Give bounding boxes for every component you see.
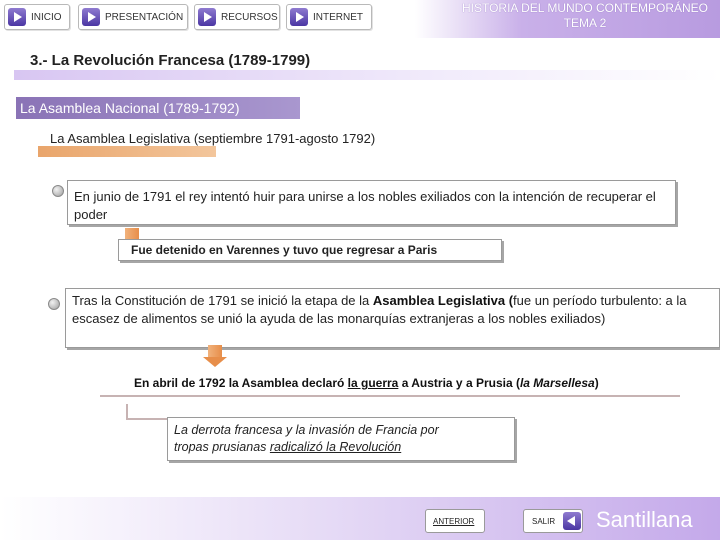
box1-result-text: Fue detenido en Varennes y tuvo que regr…	[131, 243, 438, 257]
header-title-line1: HISTORIA DEL MUNDO CONTEMPORÁNEO	[461, 1, 709, 15]
subsection-banner: La Asamblea Nacional (1789-1792)	[16, 97, 300, 119]
result-box-varennes: Fue detenido en Varennes y tuvo que regr…	[118, 239, 502, 261]
war-text-end: )	[594, 376, 599, 390]
bullet-icon	[48, 298, 60, 310]
bullet-icon	[52, 185, 64, 197]
section-title: 3.- La Revolución Francesa (1789-1799)	[30, 52, 311, 69]
nav-internet-label: INTERNET	[313, 11, 363, 23]
subsubsection-underline-bar	[38, 146, 216, 157]
content-box-flight: En junio de 1791 el rey intentó huir par…	[67, 180, 676, 225]
box2-text-bold: Asamblea Legislativa (	[372, 293, 514, 308]
nav-inicio-label: INICIO	[31, 11, 62, 23]
salir-button[interactable]: SALIR	[523, 509, 583, 533]
result-war-text: En abril de 1792 la Asamblea declaró la …	[134, 376, 599, 390]
nav-recursos-button[interactable]: RECURSOS	[194, 4, 280, 30]
connector-line	[126, 418, 168, 420]
nav-presentacion-label: PRESENTACIÓN	[105, 11, 184, 23]
play-arrow-icon	[8, 8, 26, 26]
header-title-line2: TEMA 2	[563, 16, 607, 30]
result-underline	[100, 395, 680, 397]
box3-line2-pre: tropas prusianas	[174, 440, 270, 454]
nav-inicio-button[interactable]: INICIO	[4, 4, 70, 30]
play-arrow-icon	[290, 8, 308, 26]
war-text-pre: En abril de 1792 la Asamblea declaró	[134, 376, 348, 390]
brand-logo: Santillana	[596, 507, 693, 532]
box3-line1: La derrota francesa y la invasión de Fra…	[174, 423, 439, 437]
content-box-defeat: La derrota francesa y la invasión de Fra…	[167, 417, 515, 461]
box3-line2: tropas prusianas radicalizó la Revolució…	[174, 439, 508, 456]
box1-text: En junio de 1791 el rey intentó huir par…	[74, 189, 656, 222]
salir-label: SALIR	[532, 516, 556, 526]
back-arrow-icon	[563, 512, 582, 530]
anterior-label: ANTERIOR	[433, 516, 475, 526]
play-arrow-icon	[82, 8, 100, 26]
subsubsection-title: La Asamblea Legislativa (septiembre 1791…	[50, 131, 376, 146]
nav-internet-button[interactable]: INTERNET	[286, 4, 372, 30]
box2-text-pre: Tras la Constitución de 1791 se inició l…	[72, 293, 373, 308]
section-underline-bar	[14, 70, 720, 80]
play-arrow-icon	[198, 8, 216, 26]
nav-recursos-label: RECURSOS	[221, 11, 278, 23]
marsellesa-text: la Marsellesa	[519, 376, 595, 390]
war-link[interactable]: la guerra	[348, 376, 399, 390]
nav-presentacion-button[interactable]: PRESENTACIÓN	[78, 4, 188, 30]
revolucion-link[interactable]: radicalizó la Revolución	[270, 440, 401, 454]
down-arrow-icon	[203, 345, 227, 367]
war-text-mid: a Austria y a Prusia (	[398, 376, 520, 390]
header-title: HISTORIA DEL MUNDO CONTEMPORÁNEO TEMA 2	[440, 1, 720, 31]
anterior-button[interactable]: ANTERIOR	[425, 509, 485, 533]
content-box-legislative: Tras la Constitución de 1791 se inició l…	[65, 288, 720, 348]
